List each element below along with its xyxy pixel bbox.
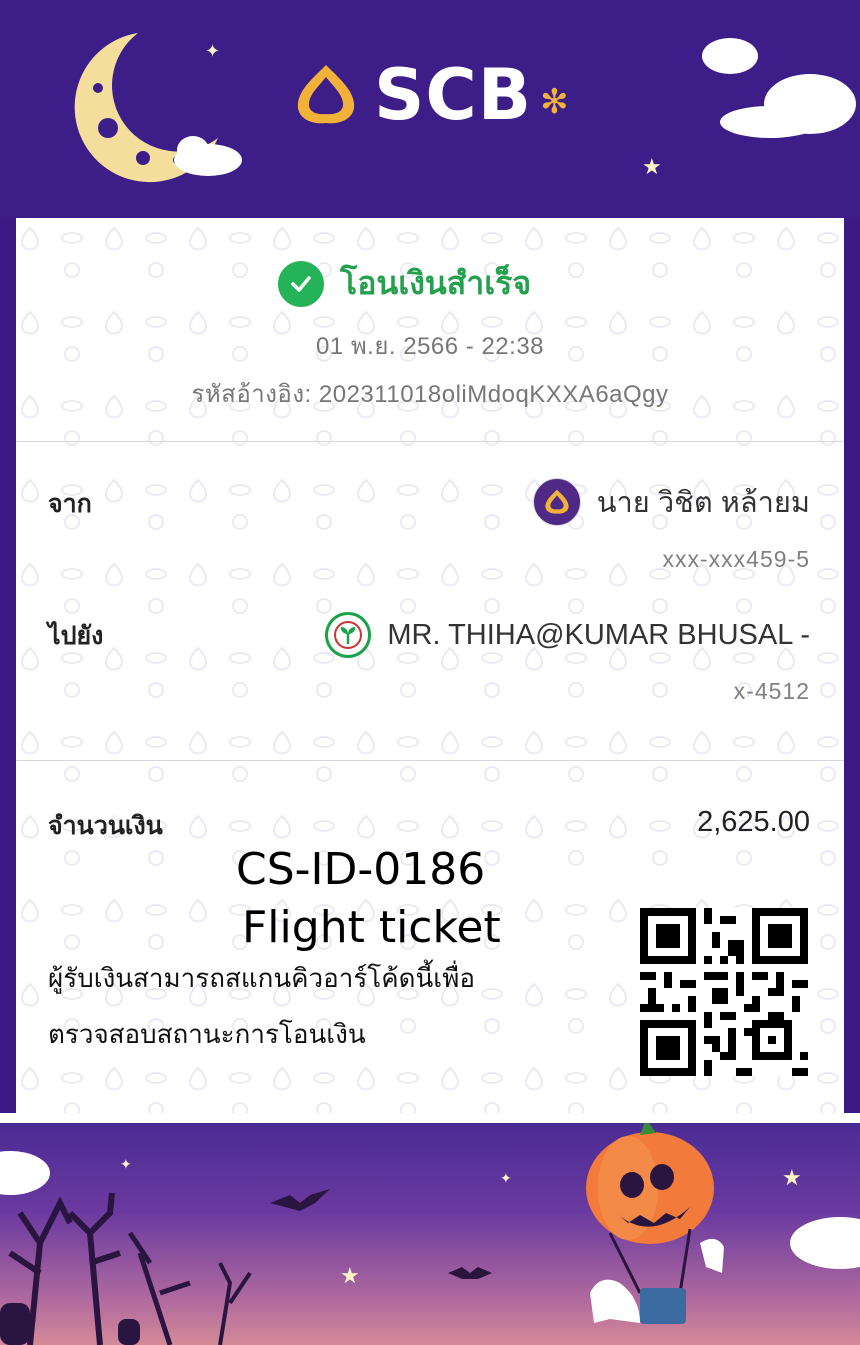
scb-logo: SCB ✻	[292, 60, 569, 130]
scb-lotus-icon	[297, 65, 355, 124]
star-icon: ✦	[205, 41, 221, 61]
halloween-scene: ✦ ★ ✦ ★	[0, 1123, 860, 1345]
scb-bank-icon	[532, 478, 581, 526]
brand-wordmark: SCB	[374, 54, 533, 136]
kbank-bank-icon	[325, 612, 372, 658]
transfer-status: โอนเงินสำเร็จ	[278, 258, 531, 309]
left-border-band	[0, 218, 16, 1123]
svg-text:✦: ✦	[500, 1171, 512, 1187]
star-icon: ★	[642, 154, 662, 179]
receiver-label: ไปยัง	[48, 622, 104, 650]
svg-text:✦: ✦	[120, 1157, 132, 1173]
svg-text:★: ★	[782, 1166, 802, 1191]
sender-row: นาย วิชิต หล้ายม	[532, 478, 810, 526]
receiver-account: x-4512	[733, 678, 810, 704]
svg-text:★: ★	[340, 1264, 360, 1289]
sender-account: xxx-xxx459-5	[662, 546, 810, 572]
divider	[16, 760, 844, 761]
status-title: โอนเงินสำเร็จ	[340, 265, 532, 301]
halloween-footer-illustration: ✦ ★ ✦ ★	[0, 1123, 860, 1345]
qr-instruction-line2: ตรวจสอบสถานะการโอนเงิน	[48, 1019, 366, 1049]
success-check-icon	[278, 260, 324, 307]
transfer-receipt-card: โอนเงินสำเร็จ 01 พ.ย. 2566 - 22:38 รหัสอ…	[16, 218, 844, 1123]
receiver-name: MR. THIHA@KUMAR BHUSAL -	[387, 618, 810, 651]
transfer-datetime: 01 พ.ย. 2566 - 22:38	[315, 333, 545, 360]
divider	[16, 441, 844, 442]
verification-qr-code[interactable]	[640, 908, 808, 1076]
sender-label: จาก	[48, 490, 92, 518]
right-border-band	[844, 218, 860, 1123]
reference-number: รหัสอ้างอิง: 202311018oliMdoqKXXA6aQgy	[191, 381, 669, 408]
qr-instruction-line1: ผู้รับเงินสามารถสแกนคิวอาร์โค้ดนี้เพื่อ	[48, 963, 475, 993]
qr-instruction: ผู้รับเงินสามารถสแกนคิวอาร์โค้ดนี้เพื่อ …	[48, 950, 528, 1062]
sender-name: นาย วิชิต หล้ายม	[596, 487, 810, 519]
amount-value: 2,625.00	[697, 806, 810, 838]
cloud-illustration	[702, 38, 856, 138]
crescent-moon-illustration	[74, 33, 242, 183]
amount-label: จำนวนเงิน	[48, 812, 163, 840]
header-banner: ✦ ★ SCB ✻	[0, 0, 860, 218]
receiver-row: MR. THIHA@KUMAR BHUSAL -	[325, 612, 810, 658]
sparkle-icon: ✻	[540, 83, 569, 121]
overlay-note-line1: CS-ID-0186	[236, 844, 486, 895]
